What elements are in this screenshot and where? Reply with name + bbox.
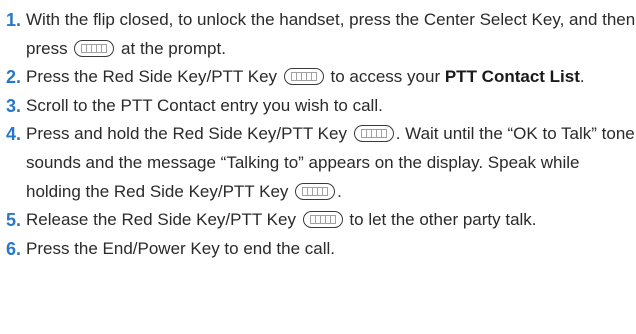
step-number: 1. (6, 10, 22, 30)
step-number: 4. (6, 124, 22, 145)
step-text: Press the End/Power Key to end the call. (26, 238, 336, 258)
step-6: 6. Press the End/Power Key to end the ca… (6, 235, 636, 264)
step-text: With the flip closed, to unlock the hand… (26, 10, 636, 58)
step-text: to let the other party talk. (349, 210, 537, 230)
ptt-key-icon (283, 68, 324, 86)
ptt-contact-list-label: PTT Contact List (444, 67, 580, 87)
step-2: 2. Press the Red Side Key/PTT Key to acc… (6, 63, 636, 92)
step-1: 1. With the flip closed, to unlock the h… (6, 6, 636, 63)
step-number: 5. (6, 210, 22, 231)
step-text: Press and hold the Red Side Key/PTT Key (26, 124, 347, 144)
step-text: at the prompt. (121, 38, 226, 58)
step-text: Press the Red Side Key/PTT Key (26, 67, 278, 87)
step-number: 3. (6, 95, 22, 116)
step-number: 2. (6, 67, 22, 88)
step-3: 3. Scroll to the PTT Contact entry you w… (6, 92, 636, 121)
key-icon (74, 39, 115, 57)
steps-list: 1. With the flip closed, to unlock the h… (6, 6, 636, 263)
step-text: to access your (330, 67, 441, 87)
step-text: Release the Red Side Key/PTT Key (26, 210, 296, 230)
step-5: 5. Release the Red Side Key/PTT Key to l… (6, 206, 636, 235)
step-4: 4. Press and hold the Red Side Key/PTT K… (6, 120, 636, 206)
step-number: 6. (6, 238, 22, 259)
step-text: . (337, 181, 342, 201)
step-text: . (579, 67, 585, 87)
ptt-key-icon (302, 211, 343, 229)
step-text: Scroll to the PTT Contact entry you wish… (26, 95, 383, 115)
instruction-page: 1. With the flip closed, to unlock the h… (0, 0, 636, 334)
ptt-key-icon (295, 182, 336, 200)
ptt-key-icon (353, 125, 394, 143)
